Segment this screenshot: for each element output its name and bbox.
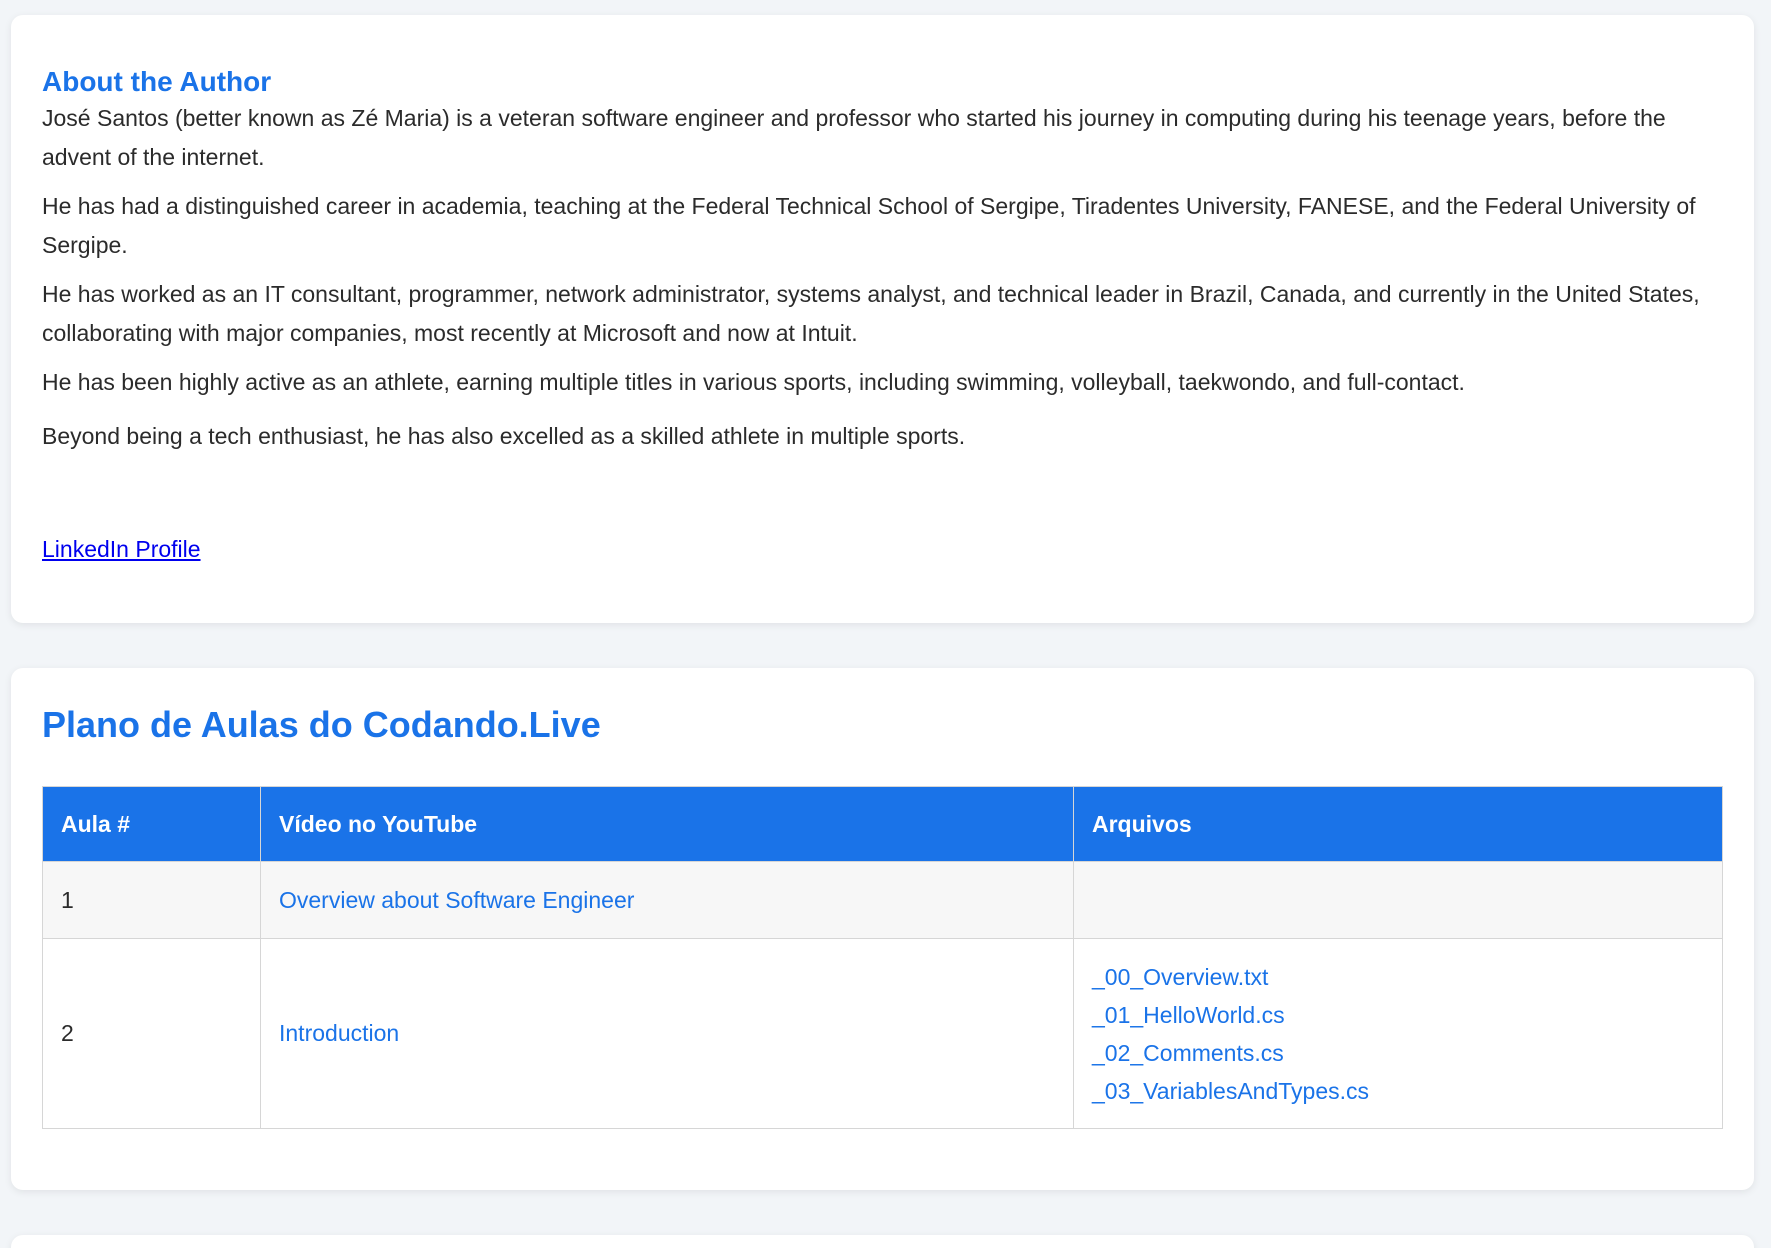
lesson-plan-table: Aula # Vídeo no YouTube Arquivos 1 Overv…: [42, 786, 1723, 1129]
table-row: 1 Overview about Software Engineer: [42, 861, 1723, 939]
next-section-card: [11, 1235, 1754, 1248]
lesson-number: 2: [42, 938, 261, 1129]
lesson-video-cell: Introduction: [260, 938, 1074, 1129]
author-paragraph-3: He has worked as an IT consultant, progr…: [42, 281, 1700, 346]
lesson-files-cell: _00_Overview.txt _01_HelloWorld.cs _02_C…: [1073, 938, 1723, 1129]
about-author-heading: About the Author: [42, 66, 272, 97]
table-header: Aula # Vídeo no YouTube Arquivos: [42, 786, 1723, 862]
table-header-row: Aula # Vídeo no YouTube Arquivos: [42, 786, 1723, 862]
lesson-plan-card: Plano de Aulas do Codando.Live Aula # Ví…: [11, 668, 1754, 1190]
header-files: Arquivos: [1073, 786, 1723, 862]
table-body: 1 Overview about Software Engineer 2 Int…: [42, 861, 1723, 1129]
author-paragraph-1: José Santos (better known as Zé Maria) i…: [42, 105, 1666, 170]
author-paragraph-2: He has had a distinguished career in aca…: [42, 193, 1696, 258]
about-author-card: About the Author José Santos (better kno…: [11, 15, 1754, 623]
file-list-item: _01_HelloWorld.cs: [1092, 996, 1704, 1034]
file-link[interactable]: _02_Comments.cs: [1092, 1040, 1284, 1066]
file-link[interactable]: _03_VariablesAndTypes.cs: [1092, 1078, 1369, 1104]
linkedin-profile-link[interactable]: LinkedIn Profile: [42, 534, 201, 564]
lesson-plan-heading: Plano de Aulas do Codando.Live: [42, 704, 601, 745]
file-list-item: _03_VariablesAndTypes.cs: [1092, 1072, 1704, 1110]
lesson-video-link[interactable]: Introduction: [279, 1020, 399, 1046]
header-lesson-number: Aula #: [42, 786, 261, 862]
header-youtube-video: Vídeo no YouTube: [260, 786, 1074, 862]
file-link[interactable]: _00_Overview.txt: [1092, 964, 1268, 990]
table-row: 2 Introduction _00_Overview.txt _01_Hell…: [42, 938, 1723, 1129]
file-list-item: _00_Overview.txt: [1092, 958, 1704, 996]
file-link[interactable]: _01_HelloWorld.cs: [1092, 1002, 1285, 1028]
author-paragraph-5: Beyond being a tech enthusiast, he has a…: [42, 423, 966, 449]
author-paragraph-4: He has been highly active as an athlete,…: [42, 369, 1465, 395]
file-list: _00_Overview.txt _01_HelloWorld.cs _02_C…: [1092, 958, 1704, 1110]
lesson-video-link[interactable]: Overview about Software Engineer: [279, 887, 634, 913]
lesson-files-cell: [1073, 861, 1723, 939]
lesson-video-cell: Overview about Software Engineer: [260, 861, 1074, 939]
lesson-number: 1: [42, 861, 261, 939]
file-list-item: _02_Comments.cs: [1092, 1034, 1704, 1072]
